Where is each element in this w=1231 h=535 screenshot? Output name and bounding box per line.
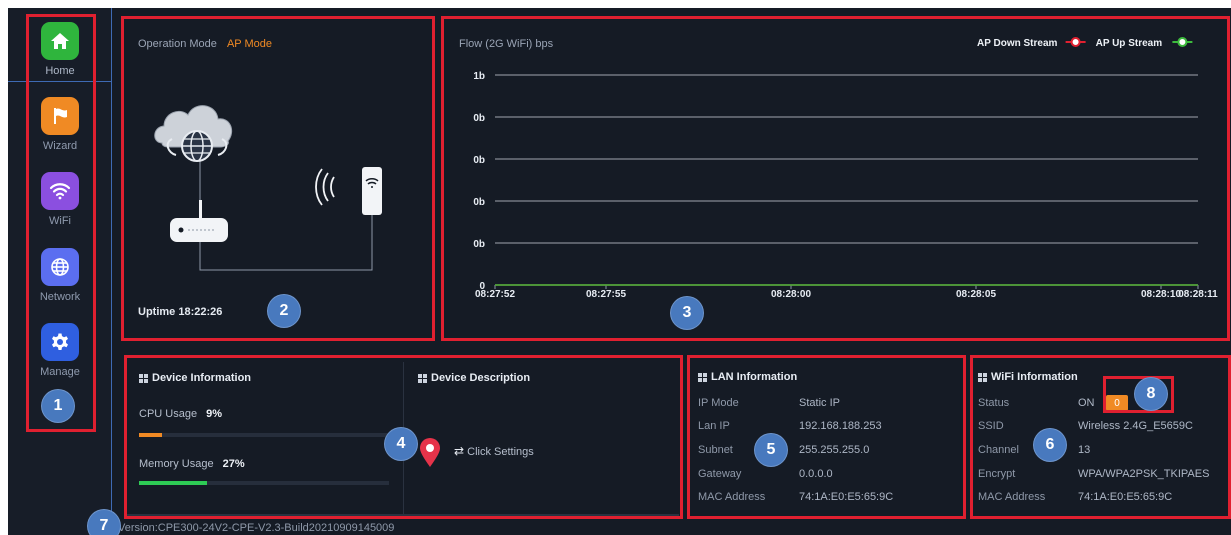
callout-badge: 4 [385,428,417,460]
home-icon [41,22,79,60]
flag-icon [41,97,79,135]
operation-mode-value: AP Mode [226,38,273,50]
x-tick-label: 08:27:52 [475,289,515,300]
callout-badge: 6 [1034,429,1066,461]
lan-row-value: Static IP [799,397,840,409]
sidebar-item-label: Home [45,65,75,77]
lan-row-value: 255.255.255.0 [799,444,870,456]
sidebar-item-home[interactable]: Home [30,22,90,77]
wifi-row-label: SSID [978,420,1004,432]
router-icon [170,200,228,242]
cpu-usage-value: 9% [206,408,223,420]
x-tick-label: 08:28:11 [1178,289,1218,300]
x-tick-label: 08:28:00 [771,289,811,300]
version-text: Version:CPE300-24V2-CPE-V2.3-Build202109… [118,522,395,534]
operation-mode-label: Operation Mode [138,38,217,50]
flow-chart: 1b0b0b0b0b008:27:52 08:27:55 08:28:00 08:28… [473,37,1218,300]
lan-info-title: LAN Information [711,371,798,383]
wifi-row-label: MAC Address [978,491,1046,503]
lan-row-label: Subnet [698,444,733,456]
cpu-usage-bar [139,433,389,437]
y-tick-label: 0b [473,197,485,208]
wifi-row-value: 13 [1078,444,1091,456]
callout-badge: 1 [42,390,74,422]
cpu-usage-label: CPU Usage [139,408,198,420]
grid-icon [418,373,427,383]
cpu-usage-row: CPU Usage 9% [139,408,222,420]
y-tick-label: 0b [473,155,485,166]
device-info-header: Device Information [139,372,251,384]
gear-icon [41,323,79,361]
map-pin-icon [420,438,440,467]
access-point-icon [362,167,382,215]
lan-row-value: 74:1A:E0:E5:65:9C [799,491,894,503]
memory-usage-row: Memory Usage 27% [139,458,245,470]
memory-usage-bar [139,481,389,485]
lan-row-label: IP Mode [698,397,739,409]
cloud-globe-icon [154,105,233,162]
y-tick-label: 0b [473,239,485,250]
grid-icon [978,372,987,382]
wifi-info-title: WiFi Information [991,371,1078,383]
panel-bottom-border [126,514,679,516]
callout-badge: 5 [755,434,787,466]
memory-usage-bar-fill [139,481,207,485]
wifi-status-value: ON [1078,397,1095,409]
device-description-title: Device Description [431,372,531,384]
topology-diagram [154,105,382,271]
callout-badge: 7 [88,510,120,535]
uptime-row: Uptime 18:22:26 [138,306,222,318]
legend-label: AP Up Stream [1096,38,1163,49]
wifi-row-label: Channel [978,444,1019,456]
wifi-client-count-badge[interactable]: 0 [1106,395,1128,411]
sidebar-item-label: Manage [40,366,80,378]
wireless-signal-icon [315,168,335,206]
sidebar-item-manage[interactable]: Manage [30,323,90,378]
callout-badge: 2 [268,295,300,327]
legend-marker [1177,37,1188,47]
y-tick-label: 1b [473,71,485,82]
lan-row-value: 0.0.0.0 [799,468,833,480]
lan-info-header: LAN Information [698,371,797,383]
grid-icon [698,372,707,382]
memory-usage-value: 27% [222,458,245,470]
sidebar-item-label: WiFi [49,215,71,227]
swap-icon: ⇄ [454,444,465,458]
device-description-header: Device Description [418,372,530,384]
click-settings-label: Click Settings [467,446,534,458]
device-info-title: Device Information [152,372,252,384]
y-tick-label: 0b [473,113,485,124]
wifi-row-label: Encrypt [978,468,1016,480]
x-tick-label: 08:27:55 [586,289,626,300]
sidebar-item-label: Network [39,291,81,303]
sidebar-item-label: Wizard [42,140,78,152]
sidebar-item-wifi[interactable]: WiFi [30,172,90,227]
sidebar-item-wizard[interactable]: Wizard [30,97,90,152]
globe-icon [41,248,79,286]
wifi-row-value: Wireless 2.4G_E5659C [1078,420,1193,432]
grid-icon [139,373,148,383]
x-tick-label: 08:28:05 [956,289,996,300]
click-settings-link[interactable]: ⇄ Click Settings [454,444,534,458]
wifi-row-value: 74:1A:E0:E5:65:9C [1078,491,1173,503]
lan-row-value: 192.168.188.253 [799,420,882,432]
memory-usage-label: Memory Usage [139,458,214,470]
lan-row-label: MAC Address [698,491,766,503]
sidebar-item-network[interactable]: Network [30,248,90,303]
cpu-usage-bar-fill [139,433,162,437]
wifi-icon [41,172,79,210]
callout-badge: 8 [1135,378,1167,410]
operation-mode-row: Operation Mode AP Mode [138,38,272,50]
x-tick-label: 08:28:10 [1141,289,1181,300]
uptime-value: 18:22:26 [178,306,223,318]
uptime-label: Uptime [138,306,176,318]
wifi-status-label: Status [978,397,1010,409]
callout-badge: 3 [671,297,703,329]
wifi-info-header: WiFi Information [978,371,1078,383]
lan-row-label: Lan IP [698,420,730,432]
lan-row-label: Gateway [698,468,742,480]
legend-label: AP Down Stream [977,38,1057,49]
legend-marker [1070,37,1081,47]
wifi-row-value: WPA/WPA2PSK_TKIPAES [1078,468,1210,480]
